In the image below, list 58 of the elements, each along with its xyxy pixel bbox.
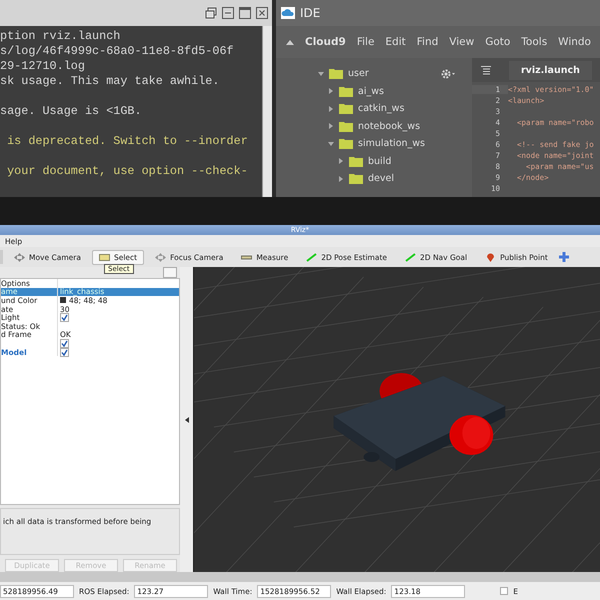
- panel-button[interactable]: [163, 267, 177, 278]
- folder-name[interactable]: build: [368, 156, 392, 167]
- menu-item[interactable]: Find: [416, 36, 438, 48]
- restore-icon[interactable]: [205, 7, 217, 19]
- caret-right-icon[interactable]: [328, 106, 334, 112]
- caret-down-icon[interactable]: [318, 70, 324, 77]
- collapse-icon[interactable]: [286, 40, 294, 44]
- menu-item[interactable]: View: [449, 36, 474, 48]
- folder-name[interactable]: user: [348, 68, 369, 80]
- terminal-line: 29-12710.log: [0, 59, 85, 74]
- folder-name[interactable]: ai_ws: [358, 86, 384, 97]
- menu-item[interactable]: Tools: [521, 36, 548, 48]
- folder-icon: [339, 120, 353, 132]
- checkbox[interactable]: [60, 338, 69, 348]
- settings-icon[interactable]: [441, 68, 455, 79]
- folder-name[interactable]: devel: [368, 173, 394, 184]
- move-arrows-icon: [14, 252, 25, 262]
- folder-icon: [329, 68, 343, 80]
- caret-right-icon[interactable]: [338, 158, 344, 164]
- caret-right-icon[interactable]: [328, 88, 334, 94]
- menu-item[interactable]: Windo: [558, 36, 591, 48]
- folder-name[interactable]: notebook_ws: [358, 120, 420, 132]
- collapse-arrow-icon[interactable]: [184, 416, 188, 422]
- scrollbar[interactable]: [262, 26, 272, 197]
- caret-right-icon[interactable]: [328, 123, 334, 130]
- close-icon[interactable]: [256, 7, 268, 19]
- menu-item[interactable]: Edit: [385, 36, 406, 48]
- checkbox[interactable]: [60, 313, 69, 322]
- terminal-line: sage. Usage is <1GB.: [0, 104, 142, 119]
- menu-item[interactable]: Cloud9: [305, 36, 346, 48]
- terminal-line: is deprecated. Switch to --inorder: [6, 134, 248, 149]
- move-arrows-icon: [155, 252, 166, 262]
- terminal-line: s/log/46f4999c-68a0-11e8-8fd5-06f: [0, 44, 234, 59]
- terminal-line: sk usage. This may take awhile.: [0, 74, 220, 89]
- caret-right-icon[interactable]: [338, 176, 344, 182]
- menu-item[interactable]: File: [356, 36, 374, 48]
- robot-drawing[interactable]: [334, 373, 506, 471]
- minimize-icon[interactable]: [222, 7, 234, 19]
- caret-down-icon[interactable]: [328, 140, 334, 147]
- folder-icon: [349, 156, 363, 167]
- maximize-icon[interactable]: [239, 7, 251, 19]
- window-title: IDE: [300, 6, 320, 20]
- folder-icon: [339, 138, 353, 150]
- folder-icon: [339, 86, 353, 97]
- folder-icon: [339, 103, 353, 114]
- cloud-icon: [281, 7, 295, 19]
- folder-name[interactable]: simulation_ws: [358, 138, 425, 150]
- selection-box-icon: [98, 252, 110, 262]
- folder-icon: [349, 173, 363, 184]
- file-list-icon[interactable]: [481, 66, 491, 74]
- plus-icon[interactable]: [558, 252, 569, 262]
- editor-tab[interactable]: rviz.launch: [509, 60, 592, 80]
- terminal-line: your document, use option --check-: [6, 164, 248, 179]
- checkbox[interactable]: [500, 587, 508, 595]
- folder-name[interactable]: catkin_ws: [358, 103, 404, 114]
- map-pin-icon: [485, 252, 496, 262]
- menu-item[interactable]: Goto: [485, 36, 510, 48]
- terminal-line: ption rviz.launch: [0, 29, 120, 44]
